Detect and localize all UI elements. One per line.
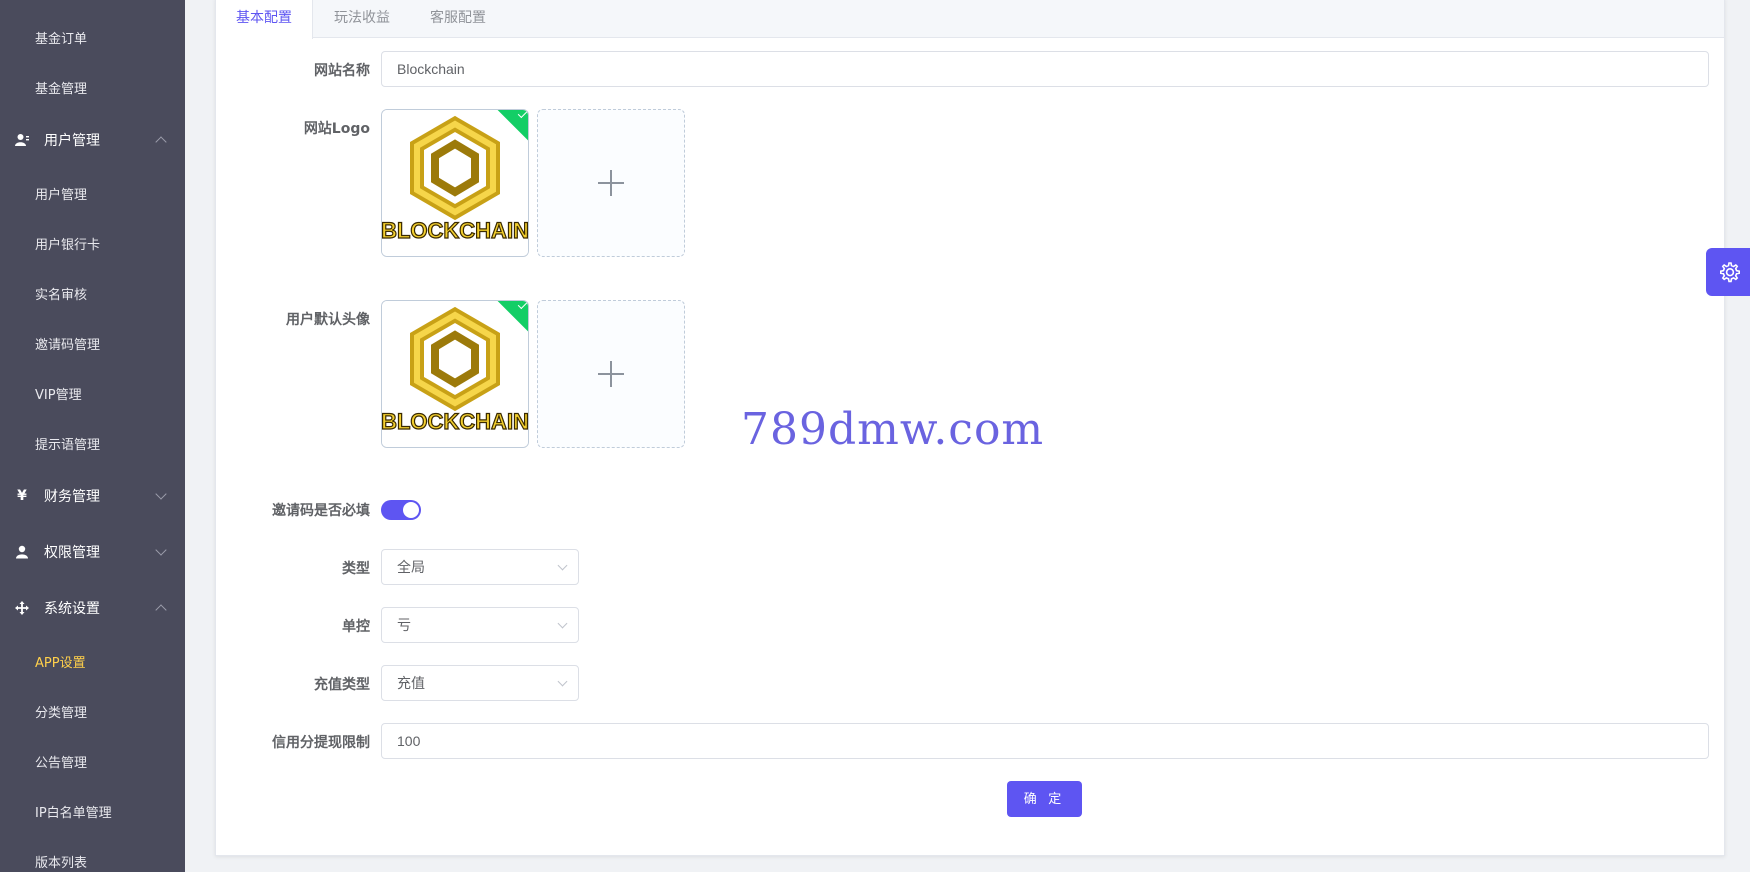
chevron-down-icon (155, 488, 167, 500)
tab-basic-config[interactable]: 基本配置 (216, 0, 313, 39)
tab-label: 玩法收益 (334, 10, 390, 26)
invite-required-label: 邀请码是否必填 (272, 503, 370, 519)
switch-knob (403, 502, 419, 518)
sidebar-group-label: 财务管理 (44, 489, 100, 505)
chevron-down-icon (557, 560, 568, 571)
sidebar-item-label: 公告管理 (35, 755, 88, 771)
sidebar-item-label: 用户管理 (35, 187, 88, 203)
recharge-type-label: 充值类型 (314, 677, 370, 693)
floating-settings-button[interactable] (1706, 248, 1750, 296)
tab-customer-service[interactable]: 客服配置 (410, 0, 506, 38)
default-avatar-preview[interactable]: BLOCKCHAIN (381, 300, 529, 448)
chevron-up-icon (155, 136, 167, 148)
site-name-label: 网站名称 (314, 63, 370, 79)
site-logo-upload-button[interactable] (537, 109, 685, 257)
recharge-type-select-value: 充值 (397, 675, 425, 691)
sidebar-group-finance[interactable]: ¥ 财务管理 (0, 471, 185, 521)
sidebar-item-label: VIP管理 (35, 387, 82, 403)
sidebar-item-label: 基金管理 (35, 81, 88, 97)
sidebar-group-label: 用户管理 (44, 133, 100, 149)
default-avatar-upload-button[interactable] (537, 300, 685, 448)
invite-required-switch[interactable] (381, 500, 421, 520)
svg-text:BLOCKCHAIN: BLOCKCHAIN (382, 218, 528, 243)
single-control-select[interactable]: 亏 (381, 607, 579, 643)
person-icon (14, 544, 30, 560)
gear-icon (1720, 262, 1740, 283)
move-icon (14, 600, 30, 616)
default-avatar-label: 用户默认头像 (286, 312, 370, 328)
settings-card: 基本配置 玩法收益 客服配置 网站名称 Blockchain 网站Logo BL… (215, 0, 1725, 856)
credit-limit-label: 信用分提现限制 (272, 735, 370, 751)
sidebar-item-label: IP白名单管理 (35, 805, 112, 821)
chevron-up-icon (155, 604, 167, 616)
tab-label: 客服配置 (430, 10, 486, 26)
sidebar-item-vip[interactable]: VIP管理 (0, 368, 185, 418)
plus-icon (598, 361, 624, 387)
blockchain-avatar-image: BLOCKCHAIN (382, 301, 528, 447)
recharge-type-select[interactable]: 充值 (381, 665, 579, 701)
sidebar-item-fund-orders[interactable]: 基金订单 (0, 12, 185, 62)
sidebar-item-prompts[interactable]: 提示语管理 (0, 418, 185, 468)
blockchain-logo-image: BLOCKCHAIN (382, 110, 528, 256)
sidebar-item-label: 提示语管理 (35, 437, 101, 453)
site-name-input[interactable]: Blockchain (381, 51, 1709, 87)
sidebar-item-users[interactable]: 用户管理 (0, 168, 185, 218)
credit-limit-input[interactable]: 100 (381, 723, 1709, 759)
site-logo-label: 网站Logo (303, 121, 370, 137)
single-control-select-value: 亏 (397, 617, 411, 633)
sidebar-item-invite-codes[interactable]: 邀请码管理 (0, 318, 185, 368)
chevron-down-icon (557, 618, 568, 629)
plus-icon (598, 170, 624, 196)
sidebar-group-label: 系统设置 (44, 601, 100, 617)
svg-text:BLOCKCHAIN: BLOCKCHAIN (382, 409, 528, 434)
sidebar-item-bank-cards[interactable]: 用户银行卡 (0, 218, 185, 268)
sidebar: 基金订单 基金管理 用户管理 用户管理 用户银行卡 实名审核 邀请码管理 VIP… (0, 0, 185, 872)
sidebar-group-system-settings[interactable]: 系统设置 (0, 583, 185, 633)
check-icon (517, 110, 528, 119)
sidebar-item-label: 基金订单 (35, 31, 88, 47)
sidebar-item-label: 实名审核 (35, 287, 88, 303)
sidebar-item-real-name-review[interactable]: 实名审核 (0, 268, 185, 318)
tab-bar: 基本配置 玩法收益 客服配置 (216, 0, 1724, 39)
sidebar-item-label: 分类管理 (35, 705, 88, 721)
sidebar-item-label: 版本列表 (35, 855, 88, 871)
tab-gameplay-earnings[interactable]: 玩法收益 (314, 0, 410, 38)
site-logo-preview[interactable]: BLOCKCHAIN (381, 109, 529, 257)
chevron-down-icon (557, 676, 568, 687)
user-icon (14, 132, 30, 148)
sidebar-item-fund-management[interactable]: 基金管理 (0, 62, 185, 112)
sidebar-group-label: 权限管理 (44, 545, 100, 561)
sidebar-item-label: APP设置 (35, 655, 86, 671)
sidebar-item-announcements[interactable]: 公告管理 (0, 736, 185, 786)
type-label: 类型 (342, 561, 370, 577)
confirm-button[interactable]: 确 定 (1007, 781, 1082, 817)
sidebar-group-user-management[interactable]: 用户管理 (0, 115, 185, 165)
sidebar-item-label: 用户银行卡 (35, 237, 101, 253)
type-select[interactable]: 全局 (381, 549, 579, 585)
sidebar-group-permissions[interactable]: 权限管理 (0, 527, 185, 577)
sidebar-item-versions[interactable]: 版本列表 (0, 836, 185, 872)
sidebar-item-label: 邀请码管理 (35, 337, 101, 353)
sidebar-item-categories[interactable]: 分类管理 (0, 686, 185, 736)
chevron-down-icon (155, 544, 167, 556)
sidebar-item-app-settings[interactable]: APP设置 (0, 636, 185, 686)
tab-label: 基本配置 (236, 10, 292, 26)
yen-icon: ¥ (17, 488, 27, 504)
check-icon (517, 301, 528, 310)
sidebar-item-ip-whitelist[interactable]: IP白名单管理 (0, 786, 185, 836)
watermark-text: 789dmw.com (741, 404, 1045, 455)
type-select-value: 全局 (397, 559, 425, 575)
single-control-label: 单控 (342, 619, 370, 635)
